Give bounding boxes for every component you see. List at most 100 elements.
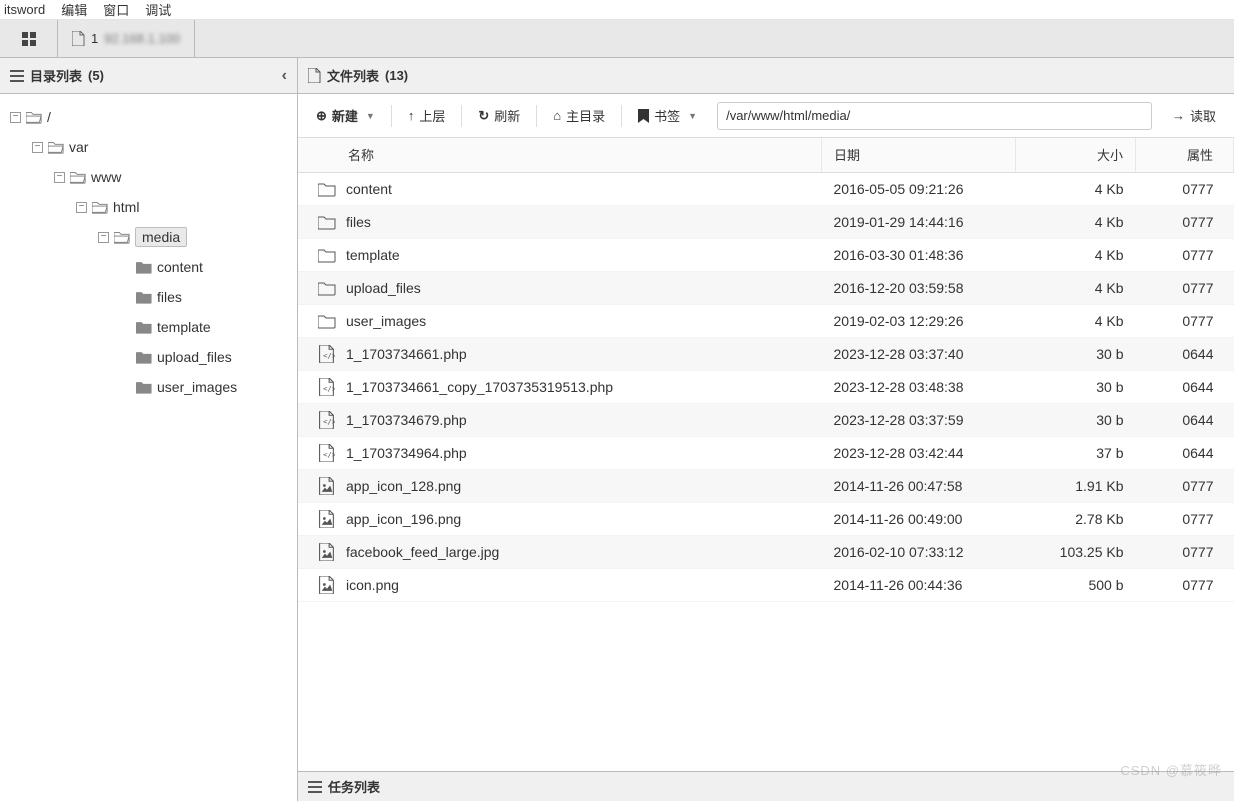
file-date: 2014-11-26 00:44:36 — [822, 569, 1016, 602]
file-panel-count: (13) — [385, 68, 408, 83]
file-date: 2023-12-28 03:48:38 — [822, 371, 1016, 404]
file-date: 2019-02-03 12:29:26 — [822, 305, 1016, 338]
file-attr: 0777 — [1136, 503, 1234, 536]
tree-node[interactable]: files — [6, 282, 291, 312]
file-attr: 0777 — [1136, 272, 1234, 305]
table-row[interactable]: </>1_1703734661.php2023-12-28 03:37:4030… — [298, 338, 1234, 371]
table-row[interactable]: app_icon_128.png2014-11-26 00:47:581.91 … — [298, 470, 1234, 503]
table-row[interactable]: template2016-03-30 01:48:364 Kb0777 — [298, 239, 1234, 272]
file-name: 1_1703734661_copy_1703735319513.php — [346, 379, 613, 395]
list-icon — [308, 781, 322, 793]
table-row[interactable]: files2019-01-29 14:44:164 Kb0777 — [298, 206, 1234, 239]
dir-tree: −/−var−www−html−mediacontentfilestemplat… — [0, 94, 297, 801]
collapse-icon[interactable]: − — [32, 142, 43, 153]
up-button[interactable]: ↑ 上层 — [398, 100, 456, 131]
tree-node[interactable]: content — [6, 252, 291, 282]
table-row[interactable]: </>1_1703734679.php2023-12-28 03:37:5930… — [298, 404, 1234, 437]
table-row[interactable]: facebook_feed_large.jpg2016-02-10 07:33:… — [298, 536, 1234, 569]
file-name: 1_1703734679.php — [346, 412, 467, 428]
table-row[interactable]: </>1_1703734964.php2023-12-28 03:42:4437… — [298, 437, 1234, 470]
image-icon — [318, 543, 336, 561]
plus-circle-icon: ⊕ — [316, 108, 327, 124]
tree-node[interactable]: template — [6, 312, 291, 342]
file-attr: 0777 — [1136, 470, 1234, 503]
refresh-button[interactable]: ↻ 刷新 — [468, 100, 530, 131]
col-size[interactable]: 大小 — [1016, 138, 1136, 172]
tree-node[interactable]: −var — [6, 132, 291, 162]
table-row[interactable]: </> 1_1703734661_copy_1703735319513.php 20… — [298, 371, 1234, 404]
col-name[interactable]: 名称 — [298, 138, 822, 172]
tab-session[interactable]: 1 92.168.1.100 — [58, 20, 195, 57]
path-input[interactable] — [717, 102, 1152, 130]
tree-node[interactable]: −/ — [6, 102, 291, 132]
task-bar: 任务列表 — [298, 771, 1234, 801]
file-name: files — [346, 214, 371, 230]
collapse-icon[interactable]: − — [10, 112, 21, 123]
collapse-icon[interactable]: − — [76, 202, 87, 213]
tree-node[interactable]: − www — [6, 162, 291, 192]
col-date[interactable]: 日期 — [822, 138, 1016, 172]
dir-panel-count: (5) — [88, 68, 104, 83]
svg-text:</>: </> — [323, 384, 335, 393]
tree-node[interactable]: user_images — [6, 372, 291, 402]
file-date: 2014-11-26 00:49:00 — [822, 503, 1016, 536]
refresh-label: 刷新 — [494, 106, 520, 125]
collapse-left-icon[interactable]: ‹ — [282, 67, 287, 85]
folder-icon — [92, 200, 108, 214]
tree-label: user_images — [157, 379, 237, 395]
dir-panel-title: 目录列表 — [30, 66, 82, 85]
menu-edit[interactable]: 编辑 — [61, 0, 87, 19]
file-size: 4 Kb — [1016, 272, 1136, 305]
folder-icon — [48, 140, 64, 154]
collapse-icon[interactable]: − — [98, 232, 109, 243]
file-date: 2023-12-28 03:42:44 — [822, 437, 1016, 470]
menu-window[interactable]: 窗口 — [103, 0, 129, 19]
read-button[interactable]: → 读取 — [1162, 100, 1226, 131]
folder-icon — [136, 320, 152, 334]
file-date: 2016-05-05 09:21:26 — [822, 172, 1016, 206]
tab-label-blur: 92.168.1.100 — [104, 31, 180, 46]
svg-text:</>: </> — [323, 450, 335, 459]
file-icon — [308, 68, 321, 83]
toolbar: ⊕ 新建 ▼ ↑ 上层 ↻ 刷新 ⌂ 主目录 书签 ▼ — [298, 94, 1234, 138]
tree-node[interactable]: −html — [6, 192, 291, 222]
file-name: 1_1703734964.php — [346, 445, 467, 461]
file-date: 2023-12-28 03:37:59 — [822, 404, 1016, 437]
list-icon — [10, 69, 24, 83]
file-attr: 0777 — [1136, 206, 1234, 239]
tab-home[interactable] — [0, 20, 58, 57]
arrow-right-icon: → — [1172, 108, 1185, 123]
table-row[interactable]: app_icon_196.png2014-11-26 00:49:002.78 … — [298, 503, 1234, 536]
table-row[interactable]: icon.png2014-11-26 00:44:36500 b0777 — [298, 569, 1234, 602]
collapse-icon[interactable]: − — [54, 172, 65, 183]
caret-down-icon: ▼ — [688, 111, 697, 121]
file-name: template — [346, 247, 400, 263]
folder-icon — [136, 290, 152, 304]
tree-label: content — [157, 259, 203, 275]
main-panel: 文件列表 (13) ⊕ 新建 ▼ ↑ 上层 ↻ 刷新 ⌂ 主目录 — [298, 58, 1234, 801]
folder-icon — [114, 230, 130, 244]
sidebar: 目录列表 (5) ‹ −/−var−www−html−mediacontentf… — [0, 58, 298, 801]
image-icon — [318, 477, 336, 495]
tree-node[interactable]: −media — [6, 222, 291, 252]
table-row[interactable]: upload_files2016-12-20 03:59:584 Kb0777 — [298, 272, 1234, 305]
file-name: content — [346, 181, 392, 197]
file-size: 30 b — [1016, 338, 1136, 371]
bookmark-icon — [638, 109, 649, 123]
svg-text:</>: </> — [323, 417, 335, 426]
tree-label: www — [91, 169, 121, 185]
table-row[interactable]: content2016-05-05 09:21:264 Kb0777 — [298, 172, 1234, 206]
home-button[interactable]: ⌂ 主目录 — [543, 100, 615, 131]
tabbar: 1 92.168.1.100 — [0, 20, 1234, 58]
file-size: 103.25 Kb — [1016, 536, 1136, 569]
image-icon — [318, 510, 336, 528]
menu-debug[interactable]: 调试 — [145, 0, 171, 19]
code-icon: </> — [318, 444, 336, 462]
table-row[interactable]: user_images2019-02-03 12:29:264 Kb0777 — [298, 305, 1234, 338]
col-attr[interactable]: 属性 — [1136, 138, 1234, 172]
new-button[interactable]: ⊕ 新建 ▼ — [306, 100, 385, 131]
folder-icon — [318, 246, 336, 264]
file-panel-title: 文件列表 — [327, 66, 379, 85]
tree-node[interactable]: upload_files — [6, 342, 291, 372]
bookmark-button[interactable]: 书签 ▼ — [628, 100, 707, 131]
